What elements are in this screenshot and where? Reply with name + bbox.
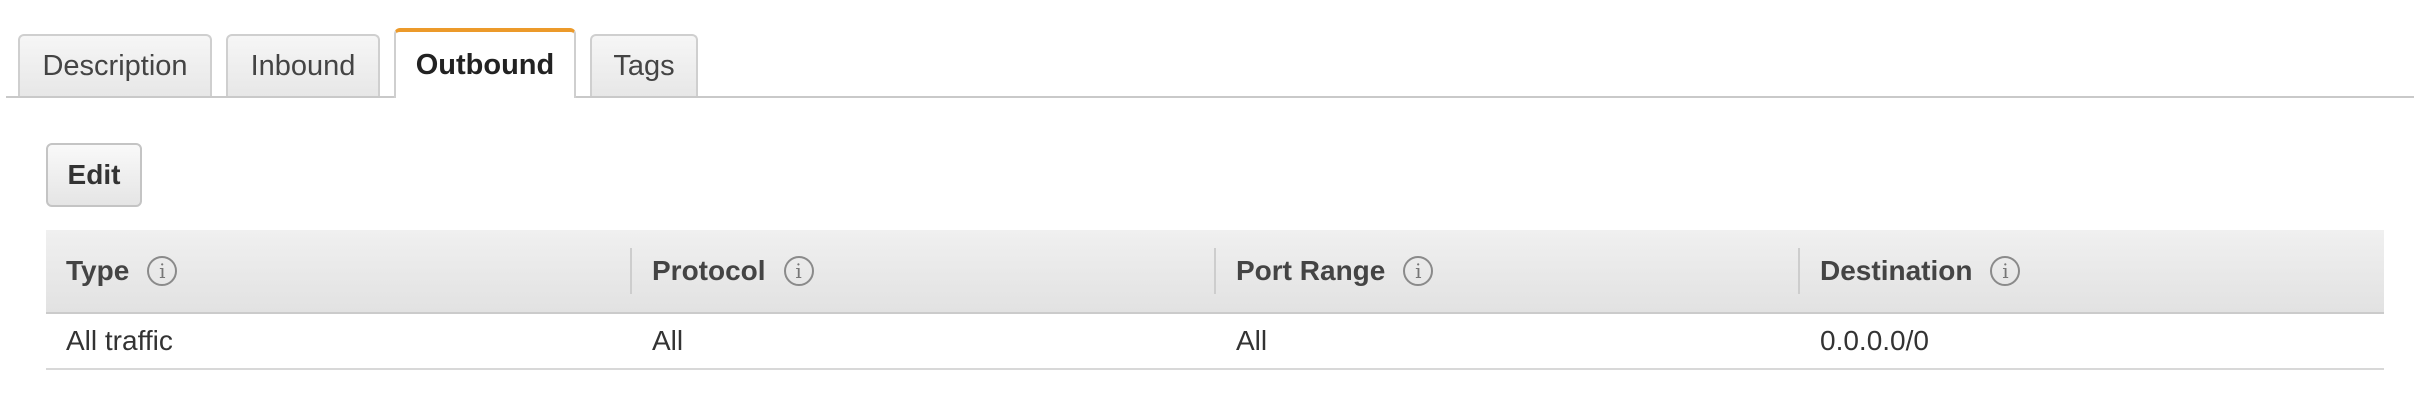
tab-description[interactable]: Description	[18, 34, 212, 96]
tab-bar: Description Inbound Outbound Tags	[0, 0, 2414, 98]
cell-type: All traffic	[66, 325, 173, 356]
column-header-type: Type i	[66, 230, 178, 312]
column-header-protocol: Protocol i	[652, 230, 814, 312]
info-icon[interactable]: i	[783, 256, 814, 286]
edit-button[interactable]: Edit	[46, 143, 142, 207]
column-header-label: Port Range	[1236, 255, 1386, 286]
tab-bar-divider	[6, 96, 2414, 98]
column-divider[interactable]	[1798, 248, 1800, 294]
cell-destination: 0.0.0.0/0	[1820, 325, 1929, 356]
column-header-label: Destination	[1820, 255, 1973, 286]
cell-protocol: All	[652, 325, 684, 356]
outbound-rules-table: Type i Protocol i Port Range i Destinati…	[46, 230, 2384, 370]
tab-tags[interactable]: Tags	[590, 34, 698, 96]
tab-outbound[interactable]: Outbound	[394, 28, 576, 98]
column-header-destination: Destination i	[1820, 230, 2021, 312]
column-divider[interactable]	[1214, 248, 1216, 294]
info-icon[interactable]: i	[1990, 256, 2021, 286]
cell-port-range: All	[1236, 325, 1268, 356]
column-header-port-range: Port Range i	[1236, 230, 1434, 312]
info-icon[interactable]: i	[147, 256, 178, 286]
security-group-rules-panel: Description Inbound Outbound Tags Edit T…	[0, 0, 2414, 404]
info-icon[interactable]: i	[1403, 256, 1434, 286]
column-divider[interactable]	[630, 248, 632, 294]
table-row[interactable]: All traffic All All 0.0.0.0/0	[46, 314, 2384, 370]
column-header-label: Type	[66, 255, 130, 286]
table-header: Type i Protocol i Port Range i Destinati…	[46, 230, 2384, 314]
tab-inbound[interactable]: Inbound	[226, 34, 380, 96]
column-header-label: Protocol	[652, 255, 766, 286]
